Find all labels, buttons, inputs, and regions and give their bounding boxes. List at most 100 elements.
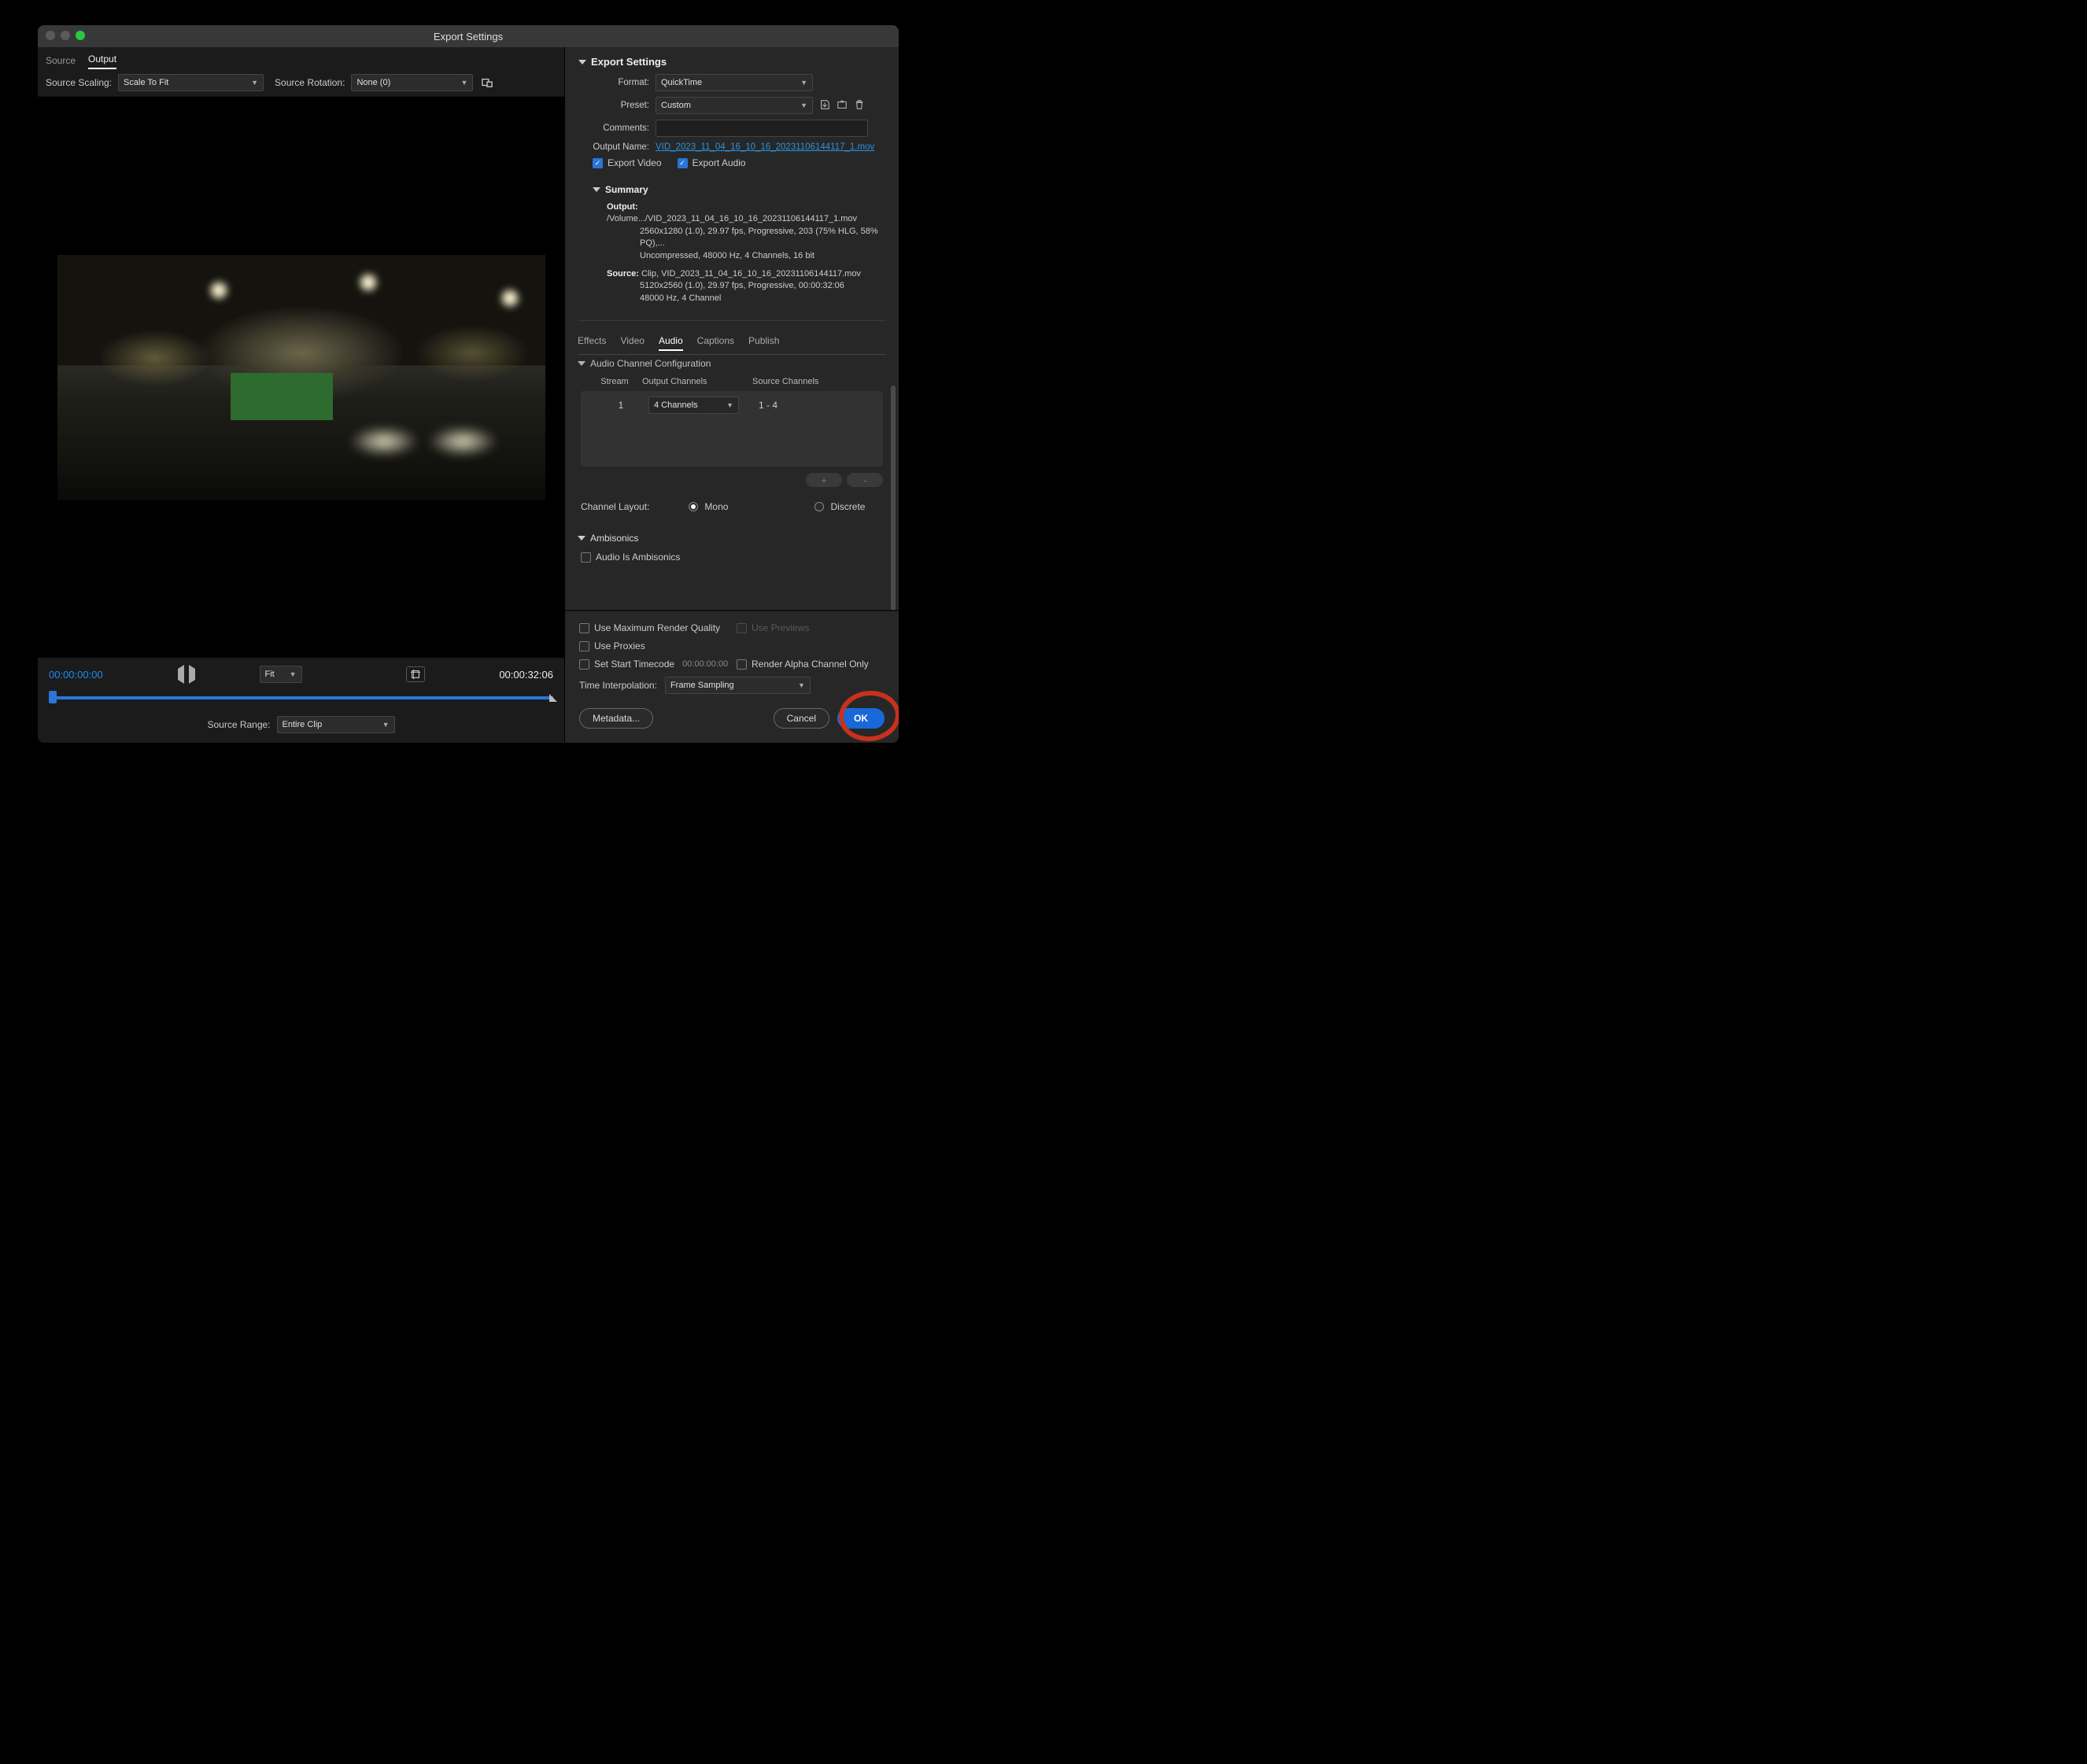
- checkbox-icon: [579, 641, 589, 651]
- comments-label: Comments:: [578, 124, 649, 133]
- render-alpha-checkbox[interactable]: Render Alpha Channel Only: [737, 659, 869, 670]
- preview-tabs: Source Output: [38, 47, 564, 69]
- video-preview: [57, 255, 545, 500]
- chevron-down-icon: ▼: [382, 721, 390, 729]
- export-settings-window: Export Settings Source Output Source Sca…: [38, 25, 899, 743]
- step-forward-icon[interactable]: [189, 669, 195, 680]
- fullscreen-window-icon[interactable]: [76, 31, 85, 40]
- preset-label: Preset:: [578, 101, 649, 110]
- source-rotation-label: Source Rotation:: [275, 77, 345, 88]
- chevron-down-icon: ▼: [726, 401, 733, 409]
- out-point-icon[interactable]: [549, 694, 557, 702]
- scrollbar[interactable]: [891, 94, 896, 598]
- checkbox-icon: [579, 623, 589, 633]
- tab-publish[interactable]: Publish: [748, 335, 779, 351]
- radio-icon: [814, 502, 824, 511]
- use-proxies-checkbox[interactable]: Use Proxies: [579, 640, 645, 651]
- minimize-window-icon[interactable]: [61, 31, 70, 40]
- close-window-icon[interactable]: [46, 31, 55, 40]
- checkbox-icon: [737, 623, 747, 633]
- crop-icon[interactable]: [406, 666, 425, 682]
- audio-is-ambisonics-checkbox[interactable]: Audio Is Ambisonics: [581, 552, 886, 563]
- output-name-link[interactable]: VID_2023_11_04_16_10_16_20231106144117_1…: [656, 142, 874, 152]
- preview-viewport: [38, 97, 564, 658]
- source-channels-value[interactable]: 1 - 4: [759, 400, 870, 411]
- tab-effects[interactable]: Effects: [578, 335, 606, 351]
- remove-stream-button[interactable]: -: [847, 473, 883, 487]
- tab-source[interactable]: Source: [46, 55, 76, 69]
- channel-layout-label: Channel Layout:: [581, 501, 649, 512]
- tab-captions[interactable]: Captions: [697, 335, 734, 351]
- preview-panel: Source Output Source Scaling: Scale To F…: [38, 47, 565, 743]
- chevron-down-icon: ▼: [798, 681, 805, 689]
- source-range-label: Source Range:: [207, 719, 270, 730]
- format-select[interactable]: QuickTime▼: [656, 74, 813, 91]
- cancel-button[interactable]: Cancel: [774, 708, 829, 729]
- source-scaling-label: Source Scaling:: [46, 77, 112, 88]
- radio-icon: [689, 502, 698, 511]
- export-settings-header[interactable]: Export Settings: [578, 56, 885, 68]
- window-title: Export Settings: [434, 31, 503, 42]
- checkbox-icon: [581, 552, 591, 563]
- settings-panel: Export Settings Format: QuickTime▼ Prese…: [565, 47, 899, 743]
- use-previews-checkbox: Use Previews: [737, 622, 809, 633]
- step-back-icon[interactable]: [178, 669, 184, 680]
- add-stream-button[interactable]: +: [806, 473, 842, 487]
- playhead[interactable]: [49, 691, 57, 703]
- settings-tabs: Effects Video Audio Captions Publish: [578, 329, 886, 355]
- source-scaling-select[interactable]: Scale To Fit▼: [118, 74, 264, 91]
- transport-bar: 00:00:00:00 Fit▼ 00:00:32:06: [38, 658, 564, 743]
- import-preset-icon[interactable]: [837, 99, 848, 113]
- summary-source-label: Source:: [607, 269, 639, 279]
- col-output-channels: Output Channels: [642, 377, 752, 386]
- time-interpolation-select[interactable]: Frame Sampling▼: [665, 677, 811, 694]
- tab-audio[interactable]: Audio: [659, 335, 683, 351]
- tab-output[interactable]: Output: [88, 54, 116, 69]
- timecode-start[interactable]: 00:00:00:00: [49, 669, 103, 681]
- dialog-body: Source Output Source Scaling: Scale To F…: [38, 47, 899, 743]
- summary-header[interactable]: Summary: [593, 184, 885, 195]
- window-titlebar: Export Settings: [38, 25, 899, 47]
- summary-output-label: Output:: [607, 202, 638, 212]
- metadata-button[interactable]: Metadata...: [579, 708, 653, 729]
- chevron-down-icon: ▼: [290, 670, 297, 678]
- audio-channel-config-header[interactable]: Audio Channel Configuration: [578, 358, 886, 369]
- aspect-ratio-icon[interactable]: [479, 75, 495, 90]
- preset-select[interactable]: Custom▼: [656, 97, 813, 114]
- bottom-options-panel: Use Maximum Render Quality Use Previews …: [565, 610, 899, 743]
- export-video-checkbox[interactable]: Export Video: [593, 157, 662, 168]
- output-channels-select[interactable]: 4 Channels▼: [648, 397, 739, 414]
- radio-mono[interactable]: Mono: [689, 501, 728, 512]
- radio-discrete[interactable]: Discrete: [814, 501, 865, 512]
- set-start-timecode-checkbox[interactable]: Set Start Timecode 00:00:00:00: [579, 659, 729, 670]
- scaling-row: Source Scaling: Scale To Fit▼ Source Rot…: [38, 69, 564, 97]
- collapse-icon: [578, 536, 585, 541]
- source-rotation-select[interactable]: None (0)▼: [351, 74, 473, 91]
- stream-row: 1 4 Channels▼ 1 - 4: [584, 391, 880, 419]
- export-audio-checkbox[interactable]: Export Audio: [678, 157, 746, 168]
- timeline[interactable]: [49, 691, 553, 705]
- output-name-label: Output Name:: [578, 142, 649, 152]
- tab-video[interactable]: Video: [620, 335, 644, 351]
- collapse-icon: [578, 361, 585, 366]
- delete-preset-icon[interactable]: [854, 99, 865, 113]
- window-controls: [46, 31, 85, 40]
- timecode-end: 00:00:32:06: [499, 669, 553, 681]
- collapse-icon: [593, 187, 600, 192]
- chevron-down-icon: ▼: [800, 101, 807, 109]
- chevron-down-icon: ▼: [461, 79, 468, 87]
- ok-button[interactable]: OK: [837, 708, 885, 729]
- col-stream: Stream: [587, 377, 642, 386]
- zoom-select[interactable]: Fit▼: [260, 666, 302, 683]
- save-preset-icon[interactable]: [819, 99, 830, 113]
- checkbox-icon: [579, 659, 589, 670]
- max-render-quality-checkbox[interactable]: Use Maximum Render Quality: [579, 622, 729, 633]
- ambisonics-header[interactable]: Ambisonics: [578, 533, 886, 544]
- source-range-select[interactable]: Entire Clip▼: [277, 716, 395, 733]
- chevron-down-icon: ▼: [800, 79, 807, 87]
- checkbox-icon: [678, 158, 688, 168]
- chevron-down-icon: ▼: [251, 79, 258, 87]
- stream-number: 1: [593, 400, 648, 411]
- comments-input[interactable]: [656, 120, 868, 137]
- col-source-channels: Source Channels: [752, 377, 877, 386]
